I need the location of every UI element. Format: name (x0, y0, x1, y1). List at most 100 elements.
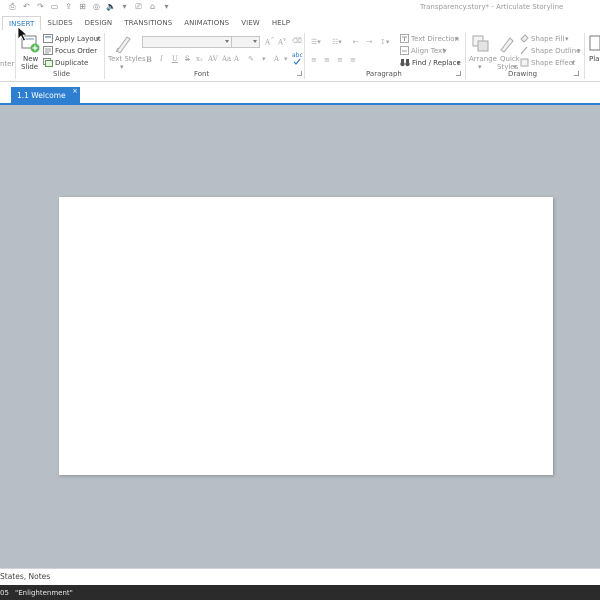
publish-icon[interactable]: ⇪ (64, 2, 73, 12)
customize-icon[interactable]: ▾ (162, 2, 171, 12)
focus-order-icon (43, 46, 53, 55)
print-icon[interactable]: ⎚ (134, 2, 143, 12)
theme-status: "Enlightenment" (15, 589, 73, 597)
numbering-icon[interactable]: ☷▾ (332, 38, 342, 46)
shape-effect-button[interactable]: Shape Effect (531, 59, 575, 67)
binoculars-icon (400, 59, 410, 67)
italic-button[interactable]: I (160, 55, 163, 63)
slide-tab-welcome[interactable]: 1.1 Welcome × (11, 87, 80, 105)
dropdown-icon[interactable]: ▾ (262, 55, 266, 63)
tab-view[interactable]: VIEW (235, 16, 266, 30)
text-effects-icon[interactable]: A (274, 55, 279, 63)
new-slide-label-1[interactable]: New (23, 55, 38, 63)
shape-fill-dropdown-icon[interactable]: ▾ (565, 35, 569, 43)
find-replace-button[interactable]: Find / Replace (412, 59, 461, 67)
tab-design[interactable]: DESIGN (79, 16, 119, 30)
bottom-panel-bar: States, Notes (0, 568, 600, 585)
align-center-icon[interactable]: ≡ (324, 56, 330, 64)
redo-icon[interactable]: ↷ (36, 2, 45, 12)
duplicate-button[interactable]: Duplicate (55, 59, 88, 67)
quick-styles-label-1[interactable]: Quick (500, 55, 520, 63)
align-text-button[interactable]: Align Text (411, 47, 445, 55)
states-notes-tab[interactable]: States, Notes (0, 572, 50, 581)
arrange-button[interactable]: Arrange (469, 55, 497, 63)
text-styles-icon[interactable] (113, 34, 133, 54)
focus-order-button[interactable]: Focus Order (55, 47, 97, 55)
align-text-dropdown-icon[interactable]: ▾ (443, 47, 447, 55)
tab-help[interactable]: HELP (266, 16, 296, 30)
apply-layout-button[interactable]: Apply Layout (55, 35, 101, 43)
slide-tab-label: 1.1 Welcome (17, 91, 66, 100)
dropdown-icon[interactable]: ▾ (284, 55, 288, 63)
tab-slides[interactable]: SLIDES (41, 16, 78, 30)
grow-font-icon[interactable]: A^ (265, 37, 275, 46)
align-left-icon[interactable]: ≡ (311, 56, 317, 64)
shape-outline-button[interactable]: Shape Outline (531, 47, 580, 55)
drawing-group-label: Drawing (508, 70, 538, 78)
apply-layout-dropdown-icon[interactable]: ▾ (96, 35, 100, 43)
tab-transitions[interactable]: TRANSITIONS (118, 16, 178, 30)
mouse-cursor-icon (17, 26, 27, 42)
preview-icon[interactable]: ▭ (50, 2, 59, 12)
shape-effect-dropdown-icon[interactable]: ▾ (571, 59, 575, 67)
ribbon-tabs: INSERT SLIDES DESIGN TRANSITIONS ANIMATI… (0, 16, 600, 30)
spell-check-icon[interactable] (293, 58, 301, 66)
underline-button[interactable]: U (172, 55, 178, 63)
insert-icon[interactable]: ⊞ (78, 2, 87, 12)
chevron-down-icon (253, 40, 257, 43)
drawing-dialog-launcher-icon[interactable] (574, 71, 579, 76)
ribbon-separator (15, 33, 16, 79)
record-icon[interactable]: ◎ (92, 2, 101, 12)
font-family-combo[interactable] (142, 36, 232, 48)
arrange-icon[interactable] (472, 35, 490, 53)
clear-format-icon[interactable]: ⌫ (292, 37, 302, 45)
strikethrough-button[interactable]: S (185, 55, 190, 63)
tab-animations[interactable]: ANIMATIONS (178, 16, 235, 30)
close-icon[interactable]: × (72, 82, 78, 100)
audio-icon[interactable]: 🔈 (106, 2, 116, 12)
font-group-label: Font (194, 70, 210, 78)
player-button-cut-off[interactable]: Pla (589, 55, 599, 63)
qat-dropdown-icon[interactable]: ▾ (120, 2, 129, 12)
font-size-combo[interactable] (231, 36, 260, 48)
shape-fill-button[interactable]: Shape Fill (531, 35, 565, 43)
justify-icon[interactable]: ≡ (350, 56, 356, 64)
align-text-icon (400, 46, 409, 55)
undo-icon[interactable]: ↶ (22, 2, 31, 12)
quick-styles-icon[interactable] (498, 35, 516, 53)
text-direction-button[interactable]: Text Direction (411, 35, 459, 43)
align-right-icon[interactable]: ≡ (337, 56, 343, 64)
text-styles-label[interactable]: Text Styles (108, 55, 146, 63)
folder-icon[interactable]: ⌂ (148, 2, 157, 12)
font-color-icon[interactable]: A (234, 55, 239, 63)
bold-button[interactable]: B (146, 55, 152, 64)
decrease-indent-icon[interactable]: ⇤ (353, 38, 359, 46)
arrange-dropdown-icon[interactable]: ▾ (478, 63, 482, 71)
document-tab-strip: 1.1 Welcome × (0, 82, 600, 105)
text-styles-dropdown-icon[interactable]: ▾ (120, 63, 124, 71)
player-icon[interactable] (589, 35, 600, 51)
subscript-icon[interactable]: x₂ (196, 55, 203, 63)
line-spacing-icon[interactable]: ↕▾ (380, 38, 389, 46)
cut-off-left-label: nter (0, 60, 15, 68)
slide-stage[interactable] (0, 105, 600, 568)
slide-group-label: Slide (53, 70, 71, 78)
shape-outline-icon (520, 46, 528, 55)
font-dialog-launcher-icon[interactable] (297, 71, 302, 76)
change-case-icon[interactable]: Aa (222, 55, 231, 63)
slide-canvas[interactable] (59, 197, 553, 475)
quick-access-toolbar: ⎙ ↶ ↷ ▭ ⇪ ⊞ ◎ 🔈 ▾ ⎚ ⌂ ▾ (8, 2, 171, 12)
text-direction-dropdown-icon[interactable]: ▾ (455, 35, 459, 43)
new-slide-label-2[interactable]: Slide (21, 63, 38, 71)
shrink-font-icon[interactable]: Av (278, 37, 286, 46)
find-replace-dropdown-icon[interactable]: ▾ (457, 59, 461, 67)
window-title: Transparency.story* - Articulate Storyli… (420, 3, 564, 11)
bullets-icon[interactable]: ☰▾ (311, 38, 321, 46)
paragraph-dialog-launcher-icon[interactable] (456, 71, 461, 76)
highlight-icon[interactable]: ✎ (248, 55, 254, 63)
shape-outline-dropdown-icon[interactable]: ▾ (577, 47, 581, 55)
character-spacing-icon[interactable]: AV (208, 55, 218, 63)
save-icon[interactable]: ⎙ (8, 2, 17, 12)
status-bar: 05 "Enlightenment" (0, 585, 600, 600)
increase-indent-icon[interactable]: ⇥ (366, 38, 372, 46)
